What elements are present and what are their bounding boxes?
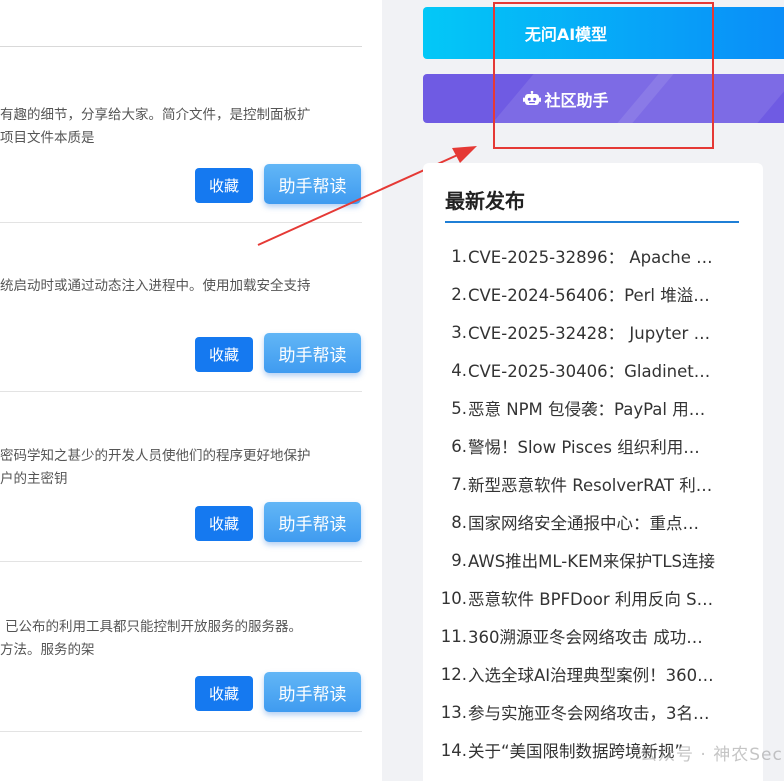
- news-number: 7.: [451, 474, 467, 494]
- news-title: CVE-2025-32896： Apache Seatunnel: [468, 248, 715, 267]
- news-number: 10.: [440, 588, 467, 608]
- news-title: CVE-2025-30406：Gladinet CentreStack: [468, 362, 715, 381]
- news-title: 国家网络安全通报中心：重点防范: [468, 514, 715, 533]
- news-item[interactable]: 4.CVE-2025-30406：Gladinet CentreStack: [423, 356, 763, 384]
- news-number: 2.: [451, 284, 467, 304]
- news-title: 参与实施亚冬会网络攻击，3名特工: [468, 704, 715, 723]
- news-item[interactable]: 5. 恶意 NPM 包侵袭：PayPal 用户遭殃: [423, 394, 763, 422]
- news-title: CVE-2024-56406：Perl 堆溢出漏洞: [468, 286, 715, 305]
- latest-posts-title: 最新发布: [445, 189, 525, 213]
- news-title: 入选全球AI治理典型案例！360安全: [468, 666, 715, 685]
- latest-posts-card: 最新发布 1.CVE-2025-32896： Apache Seatunnel …: [423, 163, 763, 781]
- news-number: 13.: [440, 702, 467, 722]
- news-title: 恶意软件 BPFDoor 利用反向 Shell: [468, 590, 715, 609]
- news-title: CVE-2025-32428： Jupyter Remote: [468, 324, 715, 343]
- news-item[interactable]: 10. 恶意软件 BPFDoor 利用反向 Shell: [423, 584, 763, 612]
- news-number: 4.: [451, 360, 467, 380]
- news-title: 360溯源亚冬会网络攻击 成功锁定: [468, 628, 715, 647]
- news-item[interactable]: 3.CVE-2025-32428： Jupyter Remote: [423, 318, 763, 346]
- news-item[interactable]: 13. 参与实施亚冬会网络攻击，3名特工: [423, 698, 763, 726]
- news-number: 9.: [451, 550, 467, 570]
- news-item[interactable]: 2.CVE-2024-56406：Perl 堆溢出漏洞: [423, 280, 763, 308]
- title-underline: [445, 221, 739, 223]
- watermark: 公众号 · 神农Sec: [640, 745, 783, 765]
- news-item[interactable]: 1.CVE-2025-32896： Apache Seatunnel: [423, 242, 763, 270]
- news-number: 6.: [451, 436, 467, 456]
- news-number: 14.: [440, 740, 467, 760]
- news-number: 11.: [440, 626, 467, 646]
- news-title: 新型恶意软件 ResolverRAT 利用内存: [468, 476, 715, 495]
- news-item[interactable]: 11. 360溯源亚冬会网络攻击 成功锁定: [423, 622, 763, 650]
- news-item[interactable]: 6.警惕！Slow Pisces 组织利用虚假招聘: [423, 432, 763, 460]
- news-title: 警惕！Slow Pisces 组织利用虚假招聘: [468, 438, 715, 457]
- news-number: 5.: [451, 398, 467, 418]
- news-item[interactable]: 7.新型恶意软件 ResolverRAT 利用内存: [423, 470, 763, 498]
- news-number: 1.: [451, 246, 467, 266]
- news-number: 3.: [451, 322, 467, 342]
- news-title: 恶意 NPM 包侵袭：PayPal 用户遭殃: [468, 400, 715, 419]
- news-number: 12.: [440, 664, 467, 684]
- news-number: 8.: [451, 512, 467, 532]
- news-title: AWS推出ML-KEM来保护TLS连接: [468, 552, 715, 571]
- news-item[interactable]: 8. 国家网络安全通报中心：重点防范: [423, 508, 763, 536]
- news-item[interactable]: 9. AWS推出ML-KEM来保护TLS连接: [423, 546, 763, 574]
- news-item[interactable]: 12. 入选全球AI治理典型案例！360安全: [423, 660, 763, 688]
